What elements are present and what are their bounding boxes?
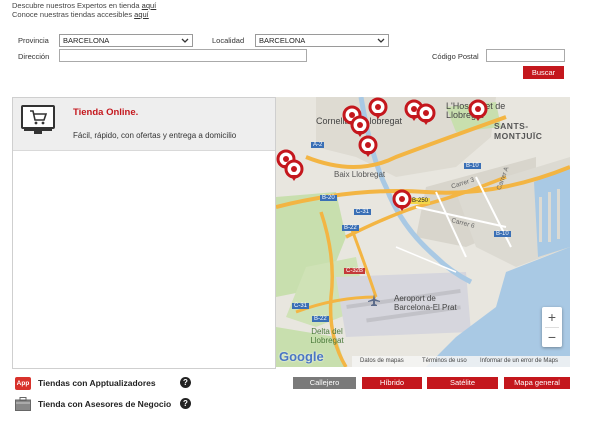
accesibles-link[interactable]: aquí xyxy=(134,10,149,19)
buscar-button[interactable]: Buscar xyxy=(523,66,564,79)
map-terms-link[interactable]: Términos de uso xyxy=(422,356,467,367)
accesibles-line: Conoce nuestras tiendas accesibles aquí xyxy=(12,10,149,19)
localidad-label: Localidad xyxy=(212,36,245,45)
chevron-down-icon xyxy=(377,38,385,43)
localidad-value: BARCELONA xyxy=(259,36,306,45)
online-store-title: Tienda Online. xyxy=(73,107,139,118)
tab-mapa-general[interactable]: Mapa general xyxy=(504,377,570,389)
provincia-value: BARCELONA xyxy=(63,36,110,45)
online-store-description: Fácil, rápido, con ofertas y entrega a d… xyxy=(73,131,237,140)
tab-callejero[interactable]: Callejero xyxy=(293,377,356,389)
map-label-aeroport: Aeroport de Barcelona-El Prat xyxy=(394,294,457,312)
store-marker-icon[interactable] xyxy=(358,135,378,157)
road-shield: A-2 xyxy=(311,142,325,148)
tab-satelite[interactable]: Satélite xyxy=(427,377,498,389)
expertos-line: Descubre nuestros Expertos en tienda aqu… xyxy=(12,1,157,10)
zoom-in-button[interactable]: + xyxy=(542,307,562,327)
codigo-postal-label: Código Postal xyxy=(432,52,479,61)
road-shield: B-250 xyxy=(410,198,431,204)
direccion-label: Dirección xyxy=(18,52,50,61)
expertos-link[interactable]: aquí xyxy=(142,1,157,10)
store-marker-icon[interactable] xyxy=(350,115,370,137)
chevron-down-icon xyxy=(181,38,189,43)
results-panel: Tienda Online. Fácil, rápido, con oferta… xyxy=(12,97,276,369)
road-shield: C-31 xyxy=(292,303,310,309)
road-shield: C-31 xyxy=(354,209,372,215)
road-shield: C-32B xyxy=(344,268,366,274)
store-marker-icon[interactable] xyxy=(284,159,304,181)
direccion-input[interactable] xyxy=(59,49,307,62)
road-shield: B-10 xyxy=(494,231,511,237)
road-shield: B-20 xyxy=(320,195,337,201)
provincia-select[interactable]: BARCELONA xyxy=(59,34,193,47)
map-label-delta: Delta del Llobregat xyxy=(310,327,344,345)
google-logo[interactable]: Google xyxy=(279,349,324,364)
tab-hibrido[interactable]: Híbrido xyxy=(362,377,422,389)
store-marker-icon[interactable] xyxy=(416,103,436,125)
localidad-select[interactable]: BARCELONA xyxy=(255,34,389,47)
store-marker-icon[interactable] xyxy=(368,97,388,119)
codigo-postal-input[interactable] xyxy=(486,49,565,62)
store-marker-icon[interactable] xyxy=(468,99,488,121)
road-shield: B-10 xyxy=(464,163,481,169)
road-shield: B-22 xyxy=(312,316,329,322)
airport-icon xyxy=(368,294,380,306)
map-report-link[interactable]: Informar de un error de Maps xyxy=(480,356,558,367)
map-footer: Datos de mapas Términos de uso Informar … xyxy=(352,356,570,367)
zoom-control: + − xyxy=(542,307,562,347)
asesores-link[interactable]: Tienda con Asesores de Negocio xyxy=(38,399,171,409)
store-marker-icon[interactable] xyxy=(392,189,412,211)
briefcase-icon xyxy=(15,397,31,411)
zoom-out-button[interactable]: − xyxy=(542,328,562,347)
apptualizadores-link[interactable]: Tiendas con Apptualizadores xyxy=(38,378,156,388)
help-icon[interactable]: ? xyxy=(180,377,191,388)
online-store-item[interactable]: Tienda Online. Fácil, rápido, con oferta… xyxy=(13,98,275,151)
provincia-label: Provincia xyxy=(18,36,49,45)
map-label-baix: Baix Llobregat xyxy=(334,170,386,179)
map-label-sants: SANTS-MONTJUÏC xyxy=(494,121,543,141)
map-data-link[interactable]: Datos de mapas xyxy=(360,356,404,367)
app-icon: App xyxy=(15,377,31,390)
road-shield: B-22 xyxy=(342,225,359,231)
help-icon[interactable]: ? xyxy=(180,398,191,409)
shopping-cart-monitor-icon xyxy=(21,105,55,134)
store-map[interactable]: Cornellà de Llobregat L'Hospitalet de Ll… xyxy=(276,97,570,367)
